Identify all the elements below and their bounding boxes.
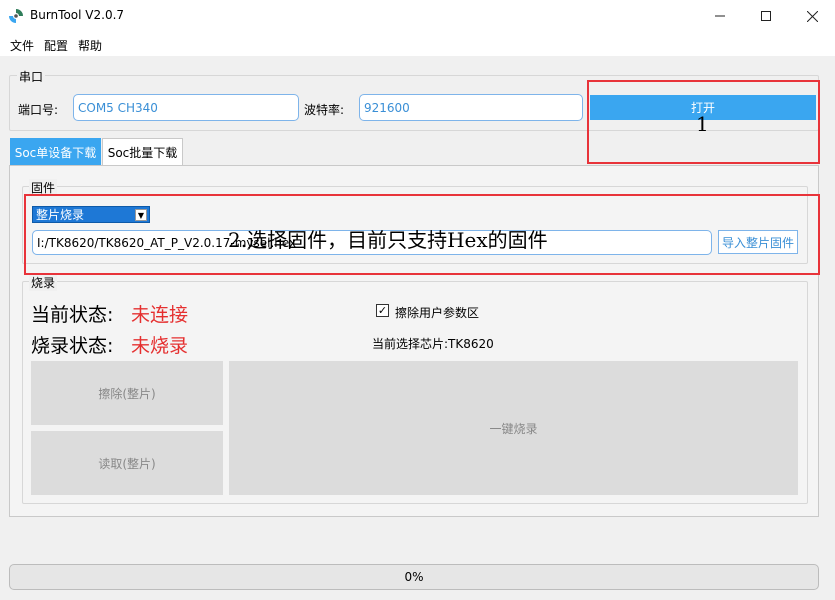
erase-user-label: 擦除用户参数区 bbox=[395, 306, 480, 320]
burn-status-value: 未烧录 bbox=[131, 335, 189, 357]
menu-bar: 文件 配置 帮助 bbox=[0, 32, 835, 56]
menu-config[interactable]: 配置 bbox=[44, 37, 68, 54]
maximize-icon bbox=[761, 11, 771, 21]
annotation-step1: 1 bbox=[696, 112, 709, 136]
serial-group-title: 串口 bbox=[17, 68, 46, 85]
minimize-icon bbox=[715, 15, 725, 17]
erase-button[interactable]: 擦除(整片) bbox=[31, 361, 223, 425]
menu-file[interactable]: 文件 bbox=[10, 37, 34, 54]
erase-user-checkbox[interactable]: ✓ bbox=[376, 304, 389, 317]
baud-field[interactable]: 921600 bbox=[359, 94, 583, 121]
baud-label: 波特率: bbox=[304, 103, 345, 117]
close-icon bbox=[806, 10, 818, 22]
tab-soc-batch[interactable]: Soc批量下载 bbox=[102, 138, 183, 165]
chip-label: 当前选择芯片:TK8620 bbox=[372, 337, 494, 351]
maximize-button[interactable] bbox=[743, 0, 789, 32]
title-bar: BurnTool V2.0.7 bbox=[0, 0, 835, 32]
progress-label: 0% bbox=[404, 570, 424, 584]
checkmark-icon: ✓ bbox=[377, 304, 388, 317]
menu-help[interactable]: 帮助 bbox=[78, 37, 102, 54]
annotation-step2: 2.选择固件，目前只支持Hex的固件 bbox=[228, 228, 548, 252]
burn-group-title: 烧录 bbox=[29, 274, 58, 291]
port-field[interactable]: COM5 CH340 bbox=[73, 94, 299, 121]
window-title: BurnTool V2.0.7 bbox=[30, 8, 125, 22]
close-button[interactable] bbox=[789, 0, 835, 32]
current-status-value: 未连接 bbox=[131, 304, 189, 326]
minimize-button[interactable] bbox=[697, 0, 743, 32]
burn-status-label: 烧录状态: bbox=[31, 335, 114, 357]
read-button[interactable]: 读取(整片) bbox=[31, 431, 223, 495]
app-logo-icon bbox=[9, 9, 23, 23]
one-key-burn-button[interactable]: 一键烧录 bbox=[229, 361, 798, 495]
port-label: 端口号: bbox=[18, 103, 59, 117]
progress-bar: 0% bbox=[9, 564, 819, 590]
tab-soc-single[interactable]: Soc单设备下载 bbox=[10, 138, 101, 165]
current-status-label: 当前状态: bbox=[31, 304, 114, 326]
